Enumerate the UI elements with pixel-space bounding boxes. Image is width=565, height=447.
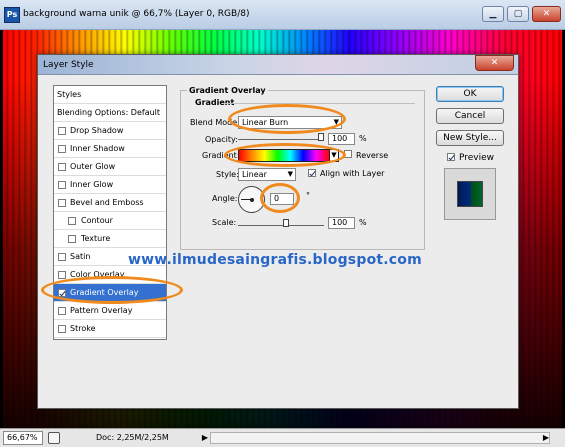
window-title: background warna unik @ 66,7% (Layer 0, …	[23, 9, 250, 19]
maximize-icon: ▢	[513, 9, 523, 19]
scale-slider-thumb[interactable]	[282, 219, 289, 227]
watermark-text: www.ilmudesaingrafis.blogspot.com	[128, 252, 422, 268]
style-checkbox[interactable]	[68, 235, 76, 243]
styles-list-item[interactable]: Pattern Overlay	[54, 302, 166, 320]
minimize-icon: ▁	[489, 9, 497, 19]
gradient-style-value: Linear	[242, 170, 267, 179]
style-checkbox[interactable]	[58, 145, 66, 153]
navigator-icon[interactable]	[48, 432, 60, 444]
minimize-button[interactable]: ▁	[482, 6, 504, 22]
annotation-ring-gradient-overlay	[41, 276, 183, 304]
style-checkbox[interactable]	[58, 163, 66, 171]
styles-list-item[interactable]: Contour	[54, 212, 166, 230]
style-checkbox[interactable]	[58, 253, 66, 261]
new-style-button[interactable]: New Style...	[436, 130, 504, 146]
angle-label: Angle:	[212, 194, 238, 203]
style-checkbox[interactable]	[58, 199, 66, 207]
align-with-layer-label: Align with Layer	[320, 169, 385, 178]
window-titlebar: Ps background warna unik @ 66,7% (Layer …	[0, 0, 565, 30]
opacity-label: Opacity:	[205, 135, 238, 144]
styles-list-item-label: Blending Options: Default	[57, 108, 161, 117]
chevron-down-icon: ▼	[287, 170, 293, 178]
styles-list-item[interactable]: Drop Shadow	[54, 122, 166, 140]
styles-list-item-label: Texture	[81, 234, 111, 243]
zoom-level-field[interactable]: 66,67%	[3, 431, 43, 445]
annotation-ring-blend-mode	[228, 104, 346, 134]
photoshop-window: Ps background warna unik @ 66,7% (Layer …	[0, 0, 565, 447]
styles-list-item[interactable]: Inner Glow	[54, 176, 166, 194]
preview-checkbox[interactable]	[447, 153, 455, 161]
style-label: Style:	[216, 170, 239, 179]
styles-list-item-label: Inner Shadow	[70, 144, 125, 153]
document-size-info: Doc: 2,25M/2,25M	[96, 433, 169, 442]
styles-list-item-label: Styles	[57, 90, 82, 99]
dialog-title: Layer Style	[43, 60, 94, 70]
opacity-slider-track[interactable]	[238, 139, 324, 140]
styles-list-item-label: Contour	[81, 216, 113, 225]
styles-list-item-label: Satin	[70, 252, 91, 261]
scale-input[interactable]: 100	[328, 217, 355, 229]
maximize-button[interactable]: ▢	[507, 6, 529, 22]
status-bar: 66,67% Doc: 2,25M/2,25M ▶ ▶	[0, 428, 565, 447]
styles-list-item[interactable]: Texture	[54, 230, 166, 248]
styles-list-item[interactable]: Styles	[54, 86, 166, 104]
reverse-label: Reverse	[356, 151, 389, 160]
scale-percent-sign: %	[359, 218, 367, 227]
scale-label: Scale:	[212, 218, 237, 227]
styles-list-item[interactable]: Bevel and Emboss	[54, 194, 166, 212]
cancel-button[interactable]: Cancel	[436, 108, 504, 124]
styles-list-item[interactable]: Blending Options: Default	[54, 104, 166, 122]
layer-style-dialog: Layer Style ✕ Styles Blending Options: De…	[37, 54, 519, 409]
status-menu-arrow-icon[interactable]: ▶	[200, 432, 210, 444]
styles-list-item[interactable]: Stroke	[54, 320, 166, 338]
preview-label: Preview	[459, 153, 495, 163]
close-icon: ✕	[490, 58, 499, 68]
styles-list-item-label: Drop Shadow	[70, 126, 124, 135]
annotation-ring-angle	[260, 183, 300, 213]
dialog-titlebar[interactable]: Layer Style ✕	[38, 55, 518, 75]
opacity-percent-sign: %	[359, 134, 367, 143]
scroll-right-arrow-icon[interactable]: ▶	[541, 432, 551, 444]
section-title: Gradient Overlay	[187, 86, 268, 95]
style-checkbox[interactable]	[58, 127, 66, 135]
horizontal-scrollbar[interactable]	[210, 432, 550, 444]
style-checkbox[interactable]	[58, 271, 66, 279]
close-window-button[interactable]: ✕	[532, 6, 561, 22]
divider	[225, 103, 415, 104]
ok-button[interactable]: OK	[436, 86, 504, 102]
style-checkbox[interactable]	[58, 307, 66, 315]
styles-list-item-label: Bevel and Emboss	[70, 198, 144, 207]
styles-list-item[interactable]: Outer Glow	[54, 158, 166, 176]
opacity-slider-thumb[interactable]	[318, 133, 324, 141]
opacity-input[interactable]: 100	[328, 133, 355, 145]
style-checkbox[interactable]	[58, 181, 66, 189]
style-checkbox[interactable]	[68, 217, 76, 225]
dialog-close-button[interactable]: ✕	[475, 55, 514, 71]
align-with-layer-checkbox[interactable]	[308, 169, 316, 177]
degree-sign: °	[306, 191, 310, 200]
styles-list-item-label: Pattern Overlay	[70, 306, 133, 315]
angle-center	[250, 198, 254, 202]
style-checkbox[interactable]	[58, 325, 66, 333]
style-preview-swatch	[457, 181, 483, 207]
styles-list-item-label: Outer Glow	[70, 162, 116, 171]
photoshop-app-icon: Ps	[4, 7, 20, 23]
styles-list-item-label: Inner Glow	[70, 180, 114, 189]
style-preview-box	[444, 168, 496, 220]
styles-list-item[interactable]: Inner Shadow	[54, 140, 166, 158]
styles-list-item-label: Stroke	[70, 324, 96, 333]
annotation-ring-gradient	[224, 143, 346, 167]
close-icon: ✕	[542, 9, 551, 19]
scale-slider-track[interactable]	[238, 225, 324, 226]
gradient-style-select[interactable]: Linear ▼	[238, 168, 296, 181]
